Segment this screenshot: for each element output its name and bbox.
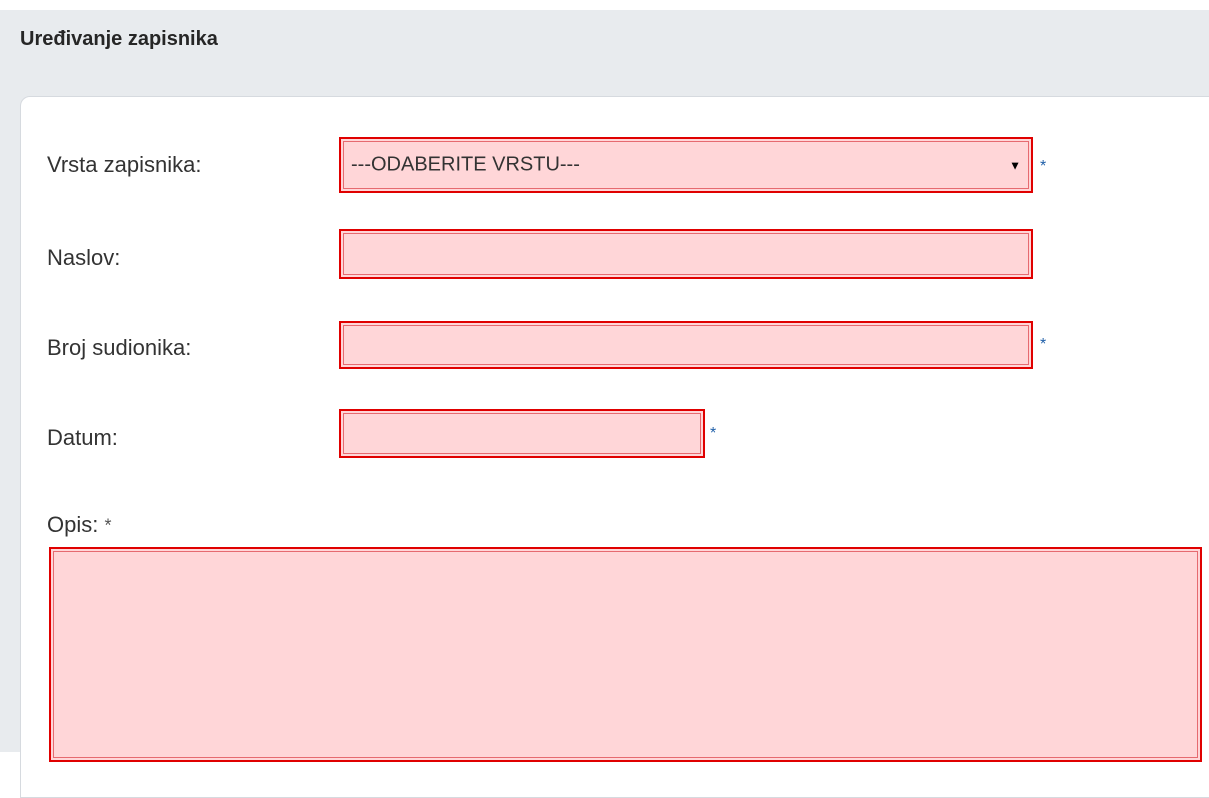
datum-input[interactable] <box>339 409 705 458</box>
datum-label: Datum: <box>47 425 118 450</box>
opis-textarea[interactable] <box>49 547 1202 762</box>
opis-label: Opis: * <box>47 512 112 538</box>
page-title: Uređivanje zapisnika <box>20 28 218 50</box>
naslov-label: Naslov: <box>47 245 121 270</box>
broj-sudionika-input[interactable] <box>339 321 1033 369</box>
vrsta-zapisnika-selected-value: ---ODABERITE VRSTU--- <box>351 153 580 176</box>
opis-label-text: Opis: <box>47 512 99 537</box>
vrsta-zapisnika-select[interactable]: ---ODABERITE VRSTU--- ▼ <box>339 137 1033 193</box>
naslov-input[interactable] <box>339 229 1033 279</box>
vrsta-zapisnika-label: Vrsta zapisnika: <box>47 152 202 177</box>
datum-required-mark: * <box>710 425 717 442</box>
opis-required-mark: * <box>104 515 112 536</box>
vrsta-required-mark: * <box>1040 158 1047 175</box>
broj-required-mark: * <box>1040 336 1047 353</box>
broj-sudionika-label: Broj sudionika: <box>47 335 192 360</box>
dropdown-arrow-icon: ▼ <box>1009 158 1021 173</box>
